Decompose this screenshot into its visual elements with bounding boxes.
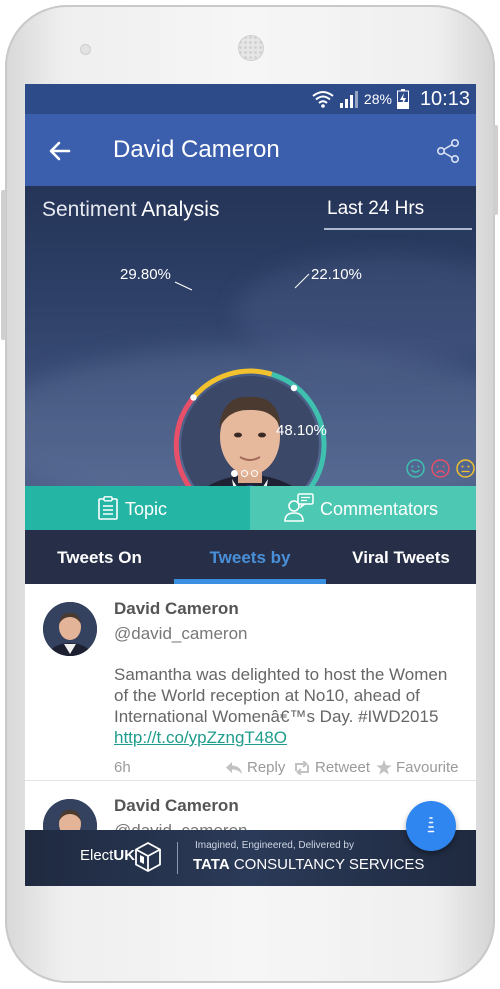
retweet-icon	[295, 760, 309, 775]
status-bar: 28% 10:13	[25, 84, 476, 114]
footer-tagline: Imagined, Engineered, Delivered by	[195, 840, 354, 851]
reply-label: Reply	[247, 759, 286, 776]
menu-lines-icon	[427, 817, 435, 833]
battery-charging-icon	[396, 89, 409, 109]
carousel-dots[interactable]	[231, 470, 258, 477]
tab-topic-label: Topic	[125, 499, 168, 519]
tweet-time: 6h	[114, 759, 131, 776]
earpiece-speaker	[238, 35, 264, 61]
tab-topic[interactable]: Topic	[25, 486, 250, 530]
commentator-icon	[284, 493, 314, 522]
tweet-feed[interactable]: David Cameron @david_cameron Samantha wa…	[25, 584, 476, 853]
avatar[interactable]	[43, 602, 97, 656]
floating-action-button[interactable]	[406, 801, 456, 851]
retweet-label: Retweet	[315, 759, 371, 776]
front-camera	[80, 44, 91, 55]
positive-percent: 22.10%	[311, 266, 362, 283]
carousel-dot[interactable]	[231, 470, 238, 477]
retweet-button[interactable]: Retweet	[293, 759, 370, 776]
tab-tweets-on[interactable]: Tweets On	[25, 548, 174, 568]
battery-percent: 28%	[363, 91, 392, 107]
tweet-author-name: David Cameron	[114, 796, 239, 815]
tweet-card[interactable]: David Cameron @david_cameron Samantha wa…	[25, 584, 476, 781]
wifi-icon	[312, 91, 334, 108]
primary-tabs: Topic Commentators	[25, 486, 476, 530]
tweet-author-handle: @david_cameron	[114, 624, 248, 643]
footer-divider	[177, 842, 178, 874]
negative-emoji-icon	[431, 459, 450, 478]
percent-leader-lines	[174, 273, 310, 291]
tweet-link[interactable]: http://t.co/ypZzngT48O	[114, 728, 287, 747]
cube-logo-icon	[135, 842, 161, 872]
favourite-button[interactable]: Favourite	[376, 759, 459, 776]
document-icon	[98, 496, 118, 520]
brand-text: Elect	[80, 847, 114, 864]
company-rest: CONSULTANCY SERVICES	[233, 856, 425, 873]
company-bold: TATA	[193, 856, 230, 873]
carousel-dot[interactable]	[241, 470, 248, 477]
tweet-text: Samantha was delighted to host the Women…	[114, 665, 448, 726]
clock: 10:13	[419, 87, 470, 110]
tcs-logo: TATA CONSULTANCY SERVICES	[193, 856, 424, 873]
star-icon	[376, 760, 392, 775]
signal-icon	[339, 91, 358, 108]
secondary-tabs: Tweets On Tweets by Viral Tweets	[25, 530, 476, 584]
tab-commentators[interactable]: Commentators	[250, 486, 476, 530]
sentiment-panel: Sentiment Analysis Last 24 Hrs 29.80% 22…	[25, 186, 476, 486]
app-bar: David Cameron	[25, 114, 476, 186]
tweet-author-name: David Cameron	[114, 599, 239, 618]
tab-commentators-label: Commentators	[320, 499, 439, 519]
share-icon[interactable]	[435, 138, 461, 164]
neutral-emoji-icon	[456, 459, 475, 478]
tab-viral-tweets[interactable]: Viral Tweets	[326, 548, 476, 568]
negative-percent: 48.10%	[276, 422, 327, 439]
power-button	[493, 125, 498, 215]
tab-tweets-by[interactable]: Tweets by	[174, 548, 326, 568]
page-title: David Cameron	[113, 136, 280, 163]
reply-icon	[226, 761, 242, 774]
app-screen: 28% 10:13 David Cameron Sentiment Analys…	[25, 84, 476, 886]
back-arrow-icon[interactable]	[47, 138, 73, 164]
tweet-body: Samantha was delighted to host the Women…	[114, 664, 464, 748]
brand-text-bold: UK	[113, 847, 136, 864]
carousel-dot[interactable]	[251, 470, 258, 477]
volume-button	[1, 190, 6, 340]
favourite-label: Favourite	[396, 759, 459, 776]
positive-emoji-icon	[406, 459, 425, 478]
reply-button[interactable]: Reply	[225, 759, 285, 776]
neutral-percent: 29.80%	[120, 266, 171, 283]
avatar-photo	[43, 602, 97, 656]
electuk-logo: ElectUK	[80, 847, 135, 864]
